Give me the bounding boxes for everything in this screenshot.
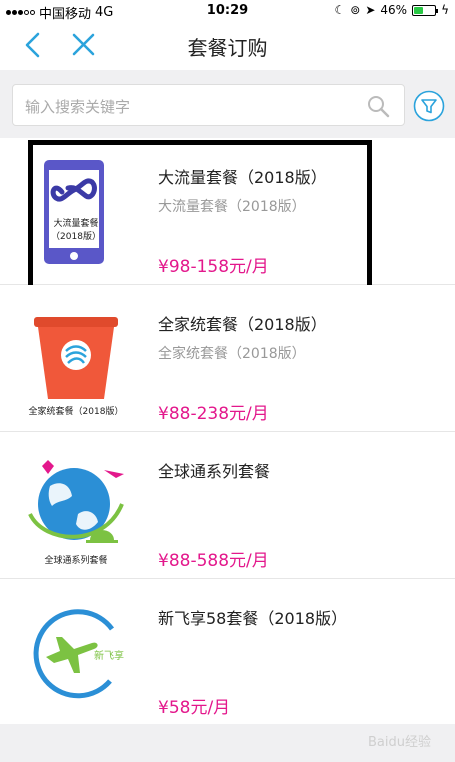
- watermark: Baidu经验: [368, 735, 431, 750]
- phone-unlimited-icon: [44, 160, 104, 264]
- search-placeholder: 输入搜索关键字: [25, 98, 131, 116]
- location-icon: ➤: [365, 3, 376, 17]
- package-subtitle: 大流量套餐（2018版）: [158, 199, 306, 215]
- page-title: 套餐订购: [187, 36, 268, 60]
- package-price: ¥58元/月: [158, 698, 231, 718]
- search-icon[interactable]: [366, 94, 390, 118]
- thumb-label: 全家统套餐（2018版）: [28, 407, 124, 417]
- status-bar: 中国移动 4G 10:29 ☾ ⊚ ➤ 46% ϟ: [0, 0, 455, 22]
- cup-logo-icon: [34, 317, 118, 399]
- package-name: 大流量套餐（2018版）: [158, 168, 327, 187]
- package-item[interactable]: 新飞享 新飞享58套餐（2018版） ¥58元/月: [0, 579, 455, 726]
- battery-icon: [412, 4, 439, 16]
- package-name: 新飞享58套餐（2018版）: [158, 609, 348, 628]
- package-subtitle: 全家统套餐（2018版）: [158, 346, 306, 362]
- charging-icon: ϟ: [441, 3, 449, 17]
- package-list: 大流量套餐 （2018版） 大流量套餐（2018版） 大流量套餐（2018版） …: [0, 138, 455, 726]
- package-name: 全家统套餐（2018版）: [158, 315, 327, 334]
- package-price: ¥98-158元/月: [158, 257, 269, 277]
- package-item[interactable]: 大流量套餐 （2018版） 大流量套餐（2018版） 大流量套餐（2018版） …: [0, 138, 455, 300]
- moon-icon: ☾: [334, 3, 346, 17]
- thumb-label: 新飞享: [94, 651, 124, 662]
- filter-icon[interactable]: [413, 90, 445, 122]
- package-price: ¥88-588元/月: [158, 551, 269, 571]
- nav-bar: 套餐订购: [0, 22, 455, 70]
- battery-percent: 46%: [380, 3, 408, 17]
- globe-icon: [28, 460, 124, 543]
- thumb-label: 大流量套餐 （2018版）: [51, 219, 101, 242]
- bottom-area: Baidu经验: [0, 724, 455, 762]
- rotation-lock-icon: ⊚: [350, 3, 361, 17]
- search-input[interactable]: 输入搜索关键字: [12, 84, 405, 126]
- package-name: 全球通系列套餐: [158, 462, 271, 481]
- search-bar: 输入搜索关键字: [0, 70, 455, 138]
- thumb-label: 全球通系列套餐: [44, 556, 108, 566]
- package-item[interactable]: 全家统套餐（2018版） 全家统套餐（2018版） 全家统套餐（2018版） ¥…: [0, 285, 455, 432]
- package-item[interactable]: 全球通系列套餐 全球通系列套餐 ¥88-588元/月: [0, 432, 455, 579]
- package-price: ¥88-238元/月: [158, 404, 269, 424]
